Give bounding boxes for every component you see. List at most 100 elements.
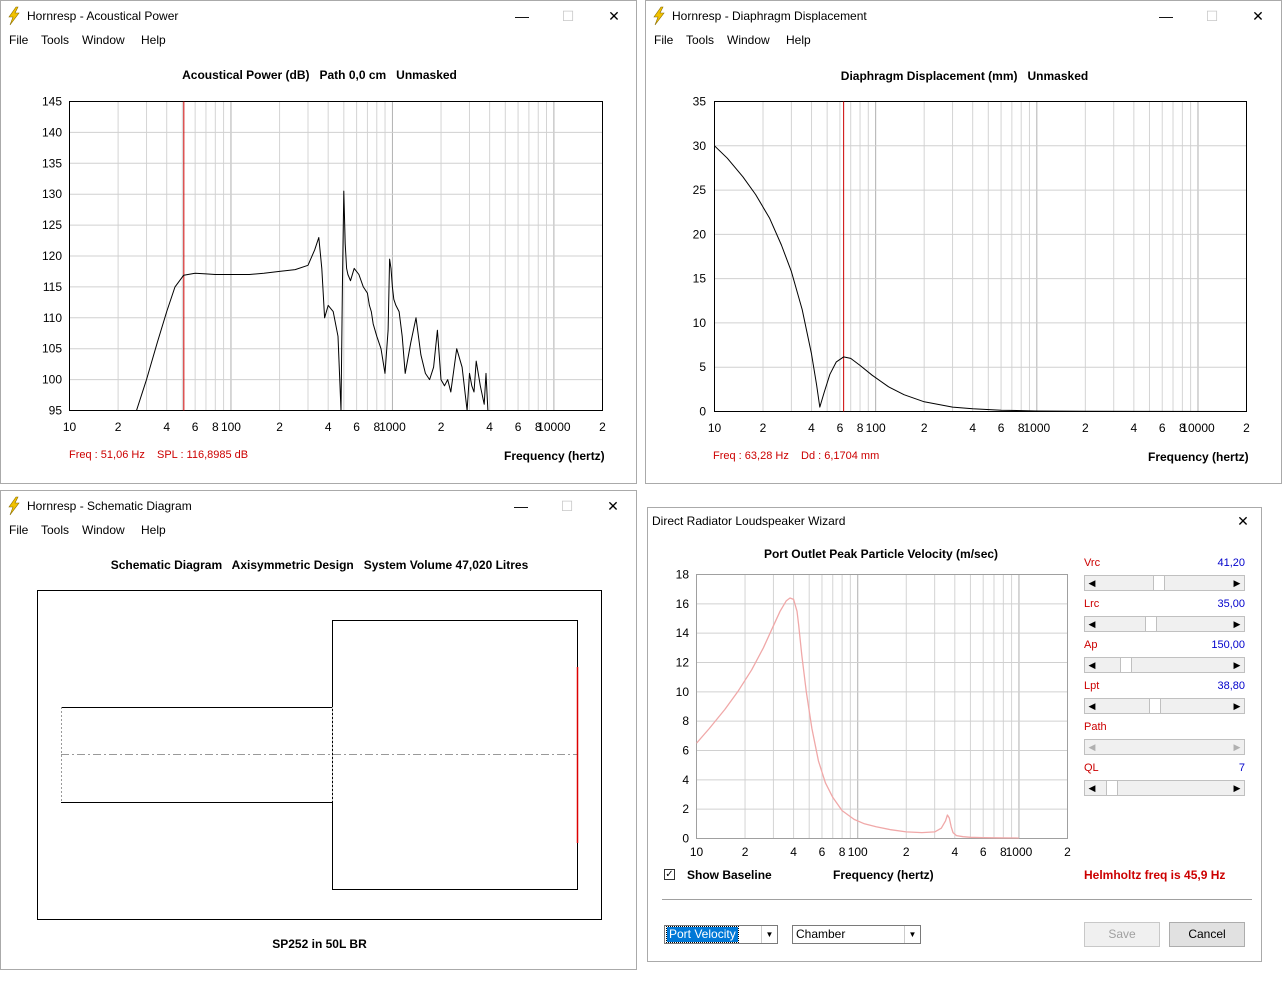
x-tick-label: 6 [819, 845, 826, 859]
slider-left-arrow-icon[interactable]: ◀ [1085, 699, 1099, 713]
x-tick-label: 100 [848, 845, 868, 859]
schematic-diagram-window: Hornresp - Schematic Diagram — ☐ ✕ File … [0, 490, 637, 970]
x-tick-label: 4 [325, 420, 332, 434]
x-tick-label: 2 [921, 421, 928, 435]
y-tick-label: 15 [693, 272, 707, 286]
slider-left-arrow-icon[interactable]: ◀ [1085, 576, 1099, 590]
x-tick-label: 2 [903, 845, 910, 859]
y-tick-label: 18 [676, 568, 690, 582]
y-tick-label: 105 [42, 342, 62, 356]
wizard-window: Direct Radiator Loudspeaker Wizard ✕ Por… [647, 507, 1262, 962]
y-tick-label: 10 [693, 316, 707, 330]
slider-right-arrow-icon[interactable]: ▶ [1230, 658, 1244, 672]
slider-left-arrow-icon[interactable]: ◀ [1085, 781, 1099, 795]
slider-track[interactable]: ◀ ▶ [1084, 698, 1245, 714]
x-tick-label: 2 [438, 420, 445, 434]
x-tick-label: 10 [690, 845, 704, 859]
x-tick-label: 100 [866, 421, 886, 435]
cancel-button-label: Cancel [1188, 927, 1226, 941]
y-tick-label: 95 [49, 404, 63, 418]
slider-value: 150,00 [1211, 639, 1245, 651]
y-tick-label: 16 [676, 597, 690, 611]
slider-value: 41,20 [1217, 557, 1245, 569]
diaphragm-displacement-chart[interactable]: 0510152025303510 2 4 6 8 100 2 4 6 81000 2 4 6 810000… [646, 1, 1282, 484]
dd-readout: Dd : 6,1704 mm [801, 450, 880, 462]
y-tick-label: 130 [42, 187, 62, 201]
x-tick-label: 10000 [537, 420, 571, 434]
slider-track[interactable]: ◀ ▶ [1084, 575, 1245, 591]
slider-track[interactable]: ◀ ▶ [1084, 780, 1245, 796]
x-tick-label: 100 [221, 420, 241, 434]
x-tick-label: 1000 [379, 420, 406, 434]
slider-right-arrow-icon[interactable]: ▶ [1230, 576, 1244, 590]
slider-thumb[interactable] [1148, 699, 1161, 713]
x-tick-label: 4 [163, 420, 170, 434]
slider-track[interactable]: ◀ ▶ [1084, 657, 1245, 673]
save-button-label: Save [1108, 927, 1136, 941]
x-tick-label: 2 [760, 421, 767, 435]
chevron-down-icon[interactable]: ▼ [904, 926, 920, 943]
x-tick-label: 8 [857, 421, 864, 435]
y-tick-label: 30 [693, 139, 707, 153]
show-baseline-label[interactable]: Show Baseline [687, 868, 772, 882]
x-tick-label: 2 [1243, 421, 1250, 435]
slider-left-arrow-icon[interactable]: ◀ [1085, 617, 1099, 631]
slider-right-arrow-icon[interactable]: ▶ [1230, 699, 1244, 713]
y-tick-label: 14 [676, 626, 690, 640]
slider-value: 38,80 [1217, 680, 1245, 692]
slider-right-arrow-icon[interactable]: ▶ [1230, 781, 1244, 795]
save-button[interactable]: Save [1084, 922, 1160, 947]
slider-left-arrow-icon[interactable]: ◀ [1085, 658, 1099, 672]
x-tick-label: 8 [212, 420, 219, 434]
slider-right-arrow-icon[interactable]: ▶ [1230, 740, 1244, 754]
slider-label: Ap [1084, 639, 1098, 651]
graph-location-select[interactable]: Chamber ▼ [792, 925, 921, 944]
slider-track[interactable]: ◀ ▶ [1084, 739, 1245, 755]
x-tick-label: 10 [708, 421, 722, 435]
slider-label: Path [1084, 721, 1107, 733]
x-tick-label: 2 [276, 420, 283, 434]
cancel-button[interactable]: Cancel [1169, 922, 1245, 947]
slider-thumb[interactable] [1153, 576, 1166, 590]
slider-thumb[interactable] [1106, 781, 1119, 795]
y-tick-label: 100 [42, 373, 62, 387]
y-tick-label: 8 [682, 714, 689, 728]
y-tick-label: 115 [43, 280, 62, 294]
freq-readout: Freq : 51,06 Hz [69, 449, 145, 461]
x-tick-label: 1000 [1023, 421, 1050, 435]
x-tick-label: 10 [63, 420, 77, 434]
slider-right-arrow-icon[interactable]: ▶ [1230, 617, 1244, 631]
slider-label: Vrc [1084, 557, 1101, 569]
show-baseline-checkbox[interactable]: ✓ [664, 869, 675, 880]
x-tick-label: 2 [742, 845, 749, 859]
x-tick-label: 6 [1159, 421, 1166, 435]
x-tick-label: 2 [1082, 421, 1089, 435]
y-tick-label: 20 [693, 227, 707, 241]
y-tick-label: 6 [682, 744, 689, 758]
x-tick-label: 6 [837, 421, 844, 435]
slider-thumb[interactable] [1119, 658, 1132, 672]
x-tick-label: 4 [951, 845, 958, 859]
x-tick-label: 1000 [1006, 845, 1033, 859]
x-tick-label: 2 [1064, 845, 1071, 859]
acoustical-power-chart[interactable]: 9510010511011512012513013514014510 2 4 6 8 10… [1, 1, 637, 484]
x-tick-label: 2 [115, 420, 122, 434]
slider-track[interactable]: ◀ ▶ [1084, 616, 1245, 632]
x-tick-label: 4 [1131, 421, 1138, 435]
x-tick-label: 2 [599, 420, 606, 434]
chevron-down-icon[interactable]: ▼ [761, 926, 777, 943]
y-tick-label: 12 [676, 656, 690, 670]
freq-readout: Freq : 63,28 Hz [713, 450, 789, 462]
separator [662, 899, 1252, 900]
x-tick-label: 6 [353, 420, 360, 434]
spl-readout: SPL : 116,8985 dB [157, 449, 249, 461]
x-tick-label: 6 [515, 420, 522, 434]
helmholtz-readout: Helmholtz freq is 45,9 Hz [1084, 868, 1226, 882]
slider-label: Lrc [1084, 598, 1100, 610]
slider-thumb[interactable] [1144, 617, 1157, 631]
y-tick-label: 140 [42, 125, 62, 139]
graph-type-select[interactable]: Port Velocity ▼ [664, 925, 778, 944]
x-tick-label: 6 [980, 845, 987, 859]
slider-left-arrow-icon[interactable]: ◀ [1085, 740, 1099, 754]
y-tick-label: 25 [693, 183, 707, 197]
